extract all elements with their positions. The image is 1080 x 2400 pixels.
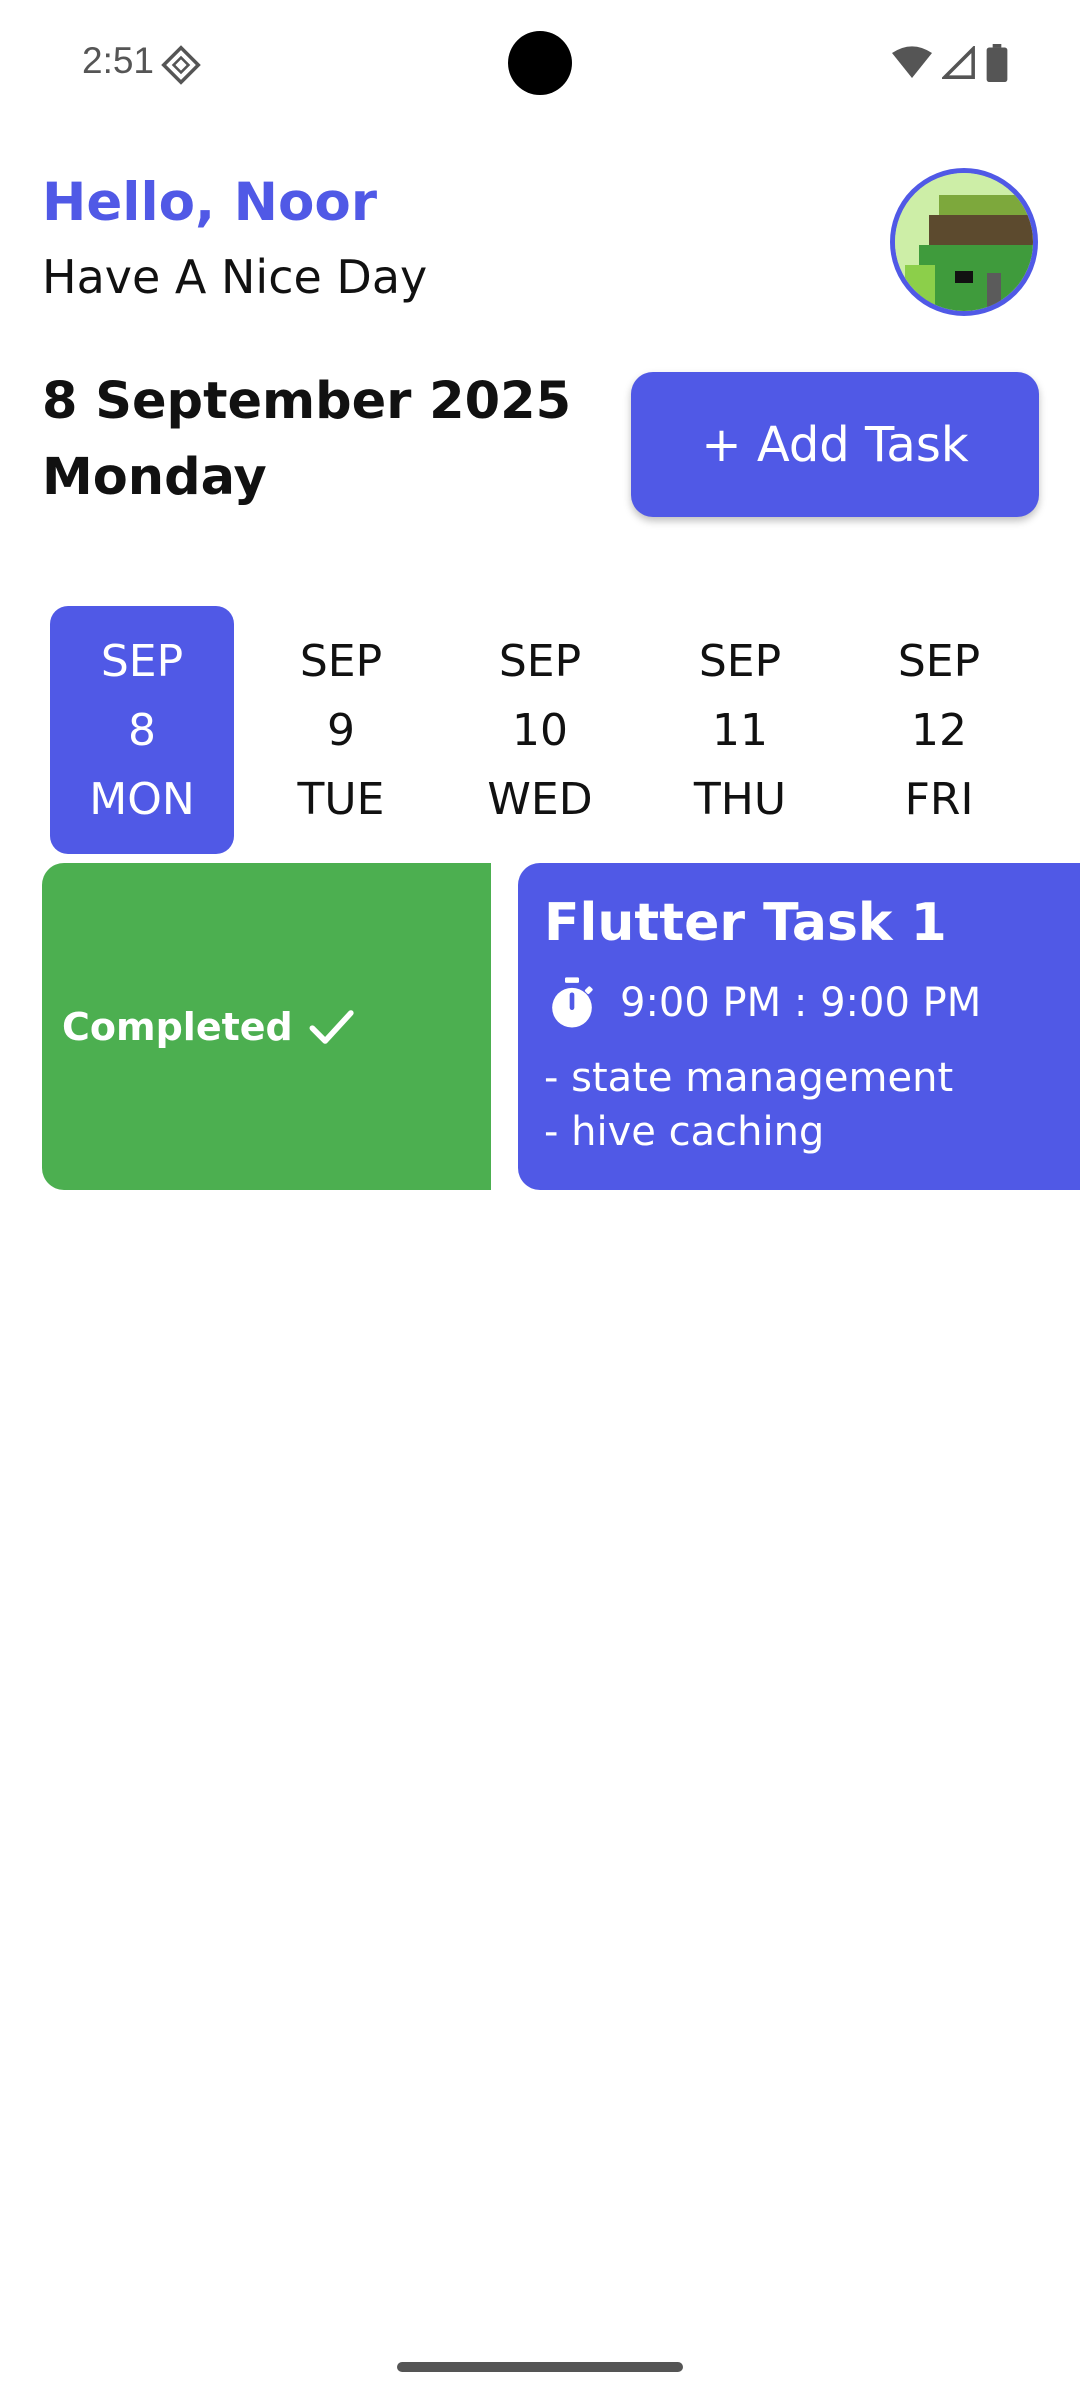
timer-icon: [552, 977, 593, 1028]
date-weekday: MON: [89, 773, 195, 825]
camera-cutout: [508, 31, 572, 95]
date-strip: SEP 8 MON SEP 9 TUE SEP 10 WED SEP 11 TH…: [0, 606, 1080, 856]
check-icon: [309, 1009, 354, 1044]
date-day: 10: [512, 704, 568, 756]
date-item-sep-12[interactable]: SEP 12 FRI: [847, 606, 1031, 854]
date-item-sep-8[interactable]: SEP 8 MON: [50, 606, 234, 854]
battery-icon: [986, 44, 1008, 82]
completed-label: Completed: [62, 1004, 293, 1049]
task-time: 9:00 PM : 9:00 PM: [620, 980, 982, 1026]
date-item-sep-11[interactable]: SEP 11 THU: [648, 606, 832, 854]
date-weekday: FRI: [904, 773, 974, 825]
status-bar: 2:51: [0, 0, 1080, 130]
greeting: Hello, Noor: [42, 172, 377, 233]
task-title: Flutter Task 1: [544, 893, 947, 953]
signal-icon: [942, 46, 975, 79]
cast-icon: [161, 45, 201, 85]
date-month: SEP: [299, 635, 383, 687]
date-month: SEP: [498, 635, 582, 687]
date-day: 8: [128, 704, 156, 756]
current-weekday: Monday: [42, 448, 267, 507]
date-day: 9: [327, 704, 355, 756]
avatar-image: [895, 173, 1033, 311]
status-icons: [892, 44, 1008, 82]
avatar[interactable]: [890, 168, 1038, 316]
subtitle: Have A Nice Day: [42, 250, 428, 304]
task-note: - state management: [544, 1055, 954, 1101]
date-month: SEP: [897, 635, 981, 687]
task-time-row: 9:00 PM : 9:00 PM: [544, 975, 981, 1031]
date-weekday: WED: [487, 773, 593, 825]
date-item-sep-10[interactable]: SEP 10 WED: [448, 606, 632, 854]
task-card[interactable]: Flutter Task 1 9:00 PM : 9:00 PM - state…: [518, 863, 1080, 1190]
date-month: SEP: [698, 635, 782, 687]
date-month: SEP: [100, 635, 184, 687]
wifi-icon: [892, 46, 932, 78]
completed-action[interactable]: Completed: [42, 863, 491, 1190]
home-indicator[interactable]: [397, 2362, 683, 2372]
date-weekday: THU: [693, 773, 787, 825]
task-note: - hive caching: [544, 1109, 825, 1155]
add-task-button[interactable]: + Add Task: [631, 372, 1039, 517]
date-item-sep-9[interactable]: SEP 9 TUE: [249, 606, 433, 854]
screen: 2:51 Hello, Noor Have A Nice Day 8 Septe…: [0, 0, 1080, 2400]
status-time: 2:51: [82, 40, 155, 81]
date-weekday: TUE: [297, 773, 385, 825]
current-date: 8 September 2025: [42, 372, 572, 431]
date-day: 12: [911, 704, 967, 756]
date-day: 11: [712, 704, 768, 756]
